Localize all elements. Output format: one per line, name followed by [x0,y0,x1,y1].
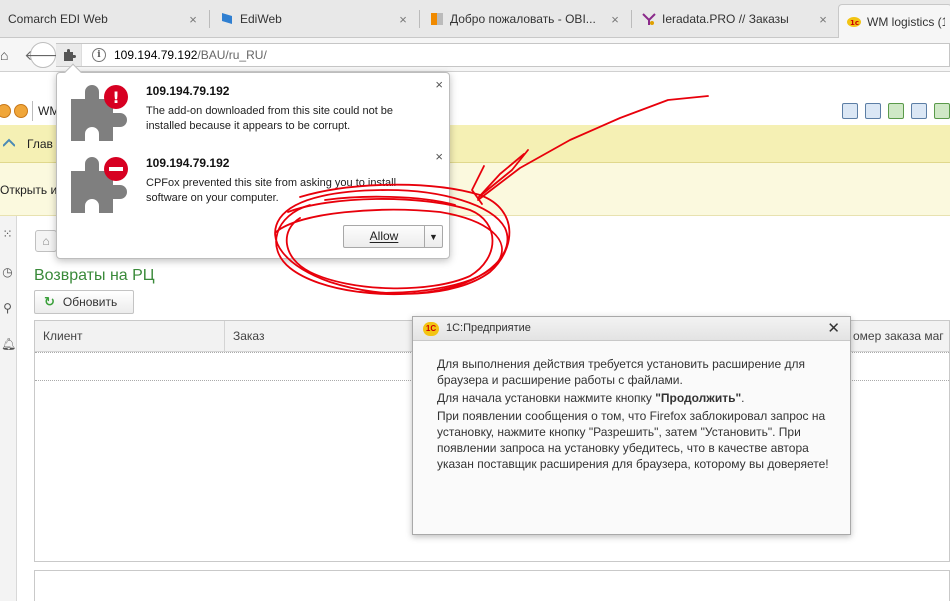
tab-title: Ieradata.PRO // Заказы [662,12,789,26]
dialog-paragraph: При появлении сообщения о том, что Firef… [437,409,829,471]
dialog-body: Для выполнения действия требуется устано… [437,356,837,474]
search-icon[interactable]: ⚲ [1,302,14,315]
svg-text:1c: 1c [850,19,859,27]
notice-host: 109.194.79.192 [146,156,230,170]
app-dropdown-icon[interactable] [14,104,28,118]
save-icon[interactable] [842,103,858,119]
puzzle-error-icon: ! [71,85,128,141]
dialog-title: 1С:Предприятие [446,322,531,334]
notice-message: The add-on downloaded from this site cou… [146,105,394,132]
app-menu-icon[interactable] [0,104,11,118]
addon-install-popup: ! 109.194.79.192 The add-on downloaded f… [56,63,450,259]
scanner-icon[interactable] [911,103,927,119]
refresh-icon: ↻ [44,294,55,309]
obi-favicon-icon [431,13,443,25]
close-icon[interactable]: ✕ [827,319,840,337]
dialog-text: . [741,391,745,405]
puzzle-piece-icon [63,49,76,61]
history-icon[interactable]: ◷ [1,266,14,279]
allow-dropdown-button[interactable]: ▼ [424,226,442,247]
column-header-store-order-number[interactable]: омер заказа маг [845,321,950,352]
bell-icon[interactable]: 🔔︎ [1,338,16,351]
apps-grid-icon[interactable]: ⁙ [1,228,14,241]
ediweb-favicon-icon [222,13,232,24]
1c-logo-icon: 1С [423,322,439,336]
url-host: 109.194.79.192 [114,48,198,62]
allow-button[interactable]: Allow [344,226,424,247]
tab-separator [419,10,420,28]
print-icon[interactable] [865,103,881,119]
allow-split-button: Allow ▼ [343,225,443,248]
error-badge-glyph: ! [112,88,119,107]
home-icon: ⌂ [42,234,50,248]
detail-panel [34,570,950,601]
back-button[interactable]: 🡐 [24,42,62,68]
notice-host: 109.194.79.192 [146,84,230,98]
puzzle-blocked-icon [71,157,128,213]
tab-close-icon[interactable]: × [186,12,200,27]
site-info-icon[interactable]: i [92,48,106,62]
dialog-paragraph: Для выполнения действия требуется устано… [437,357,805,387]
close-icon[interactable]: × [435,77,443,92]
tab-ieradata[interactable]: Ieradata.PRO // Заказы × [634,6,836,32]
tab-comarch-edi-web[interactable]: Comarch EDI Web × [0,6,206,32]
tab-separator [631,10,632,28]
tab-obi[interactable]: Добро пожаловать - OBI... × [422,6,628,32]
chevron-down-icon: ▼ [429,231,438,242]
tab-title: Добро пожаловать - OBI... [450,12,596,26]
page-title: Возвраты на РЦ [34,267,155,284]
column-header-client[interactable]: Клиент [35,321,225,352]
continue-button-reference: "Продолжить" [655,391,742,405]
addon-notification-button[interactable] [56,44,82,66]
ieradata-favicon-icon [642,13,656,25]
calculator-icon[interactable] [934,103,950,119]
browser-nav-bar: ⌂ 🡐 i 109.194.79.192/BAU/ru_RU/ [0,38,950,72]
url-text[interactable]: 109.194.79.192/BAU/ru_RU/ [114,48,267,62]
browser-tab-strip: Comarch EDI Web × EdiWeb × Добро пожалов… [0,0,950,38]
tab-ediweb[interactable]: EdiWeb × [212,6,416,32]
refresh-label: Обновить [62,295,118,309]
left-side-panel: ⁙ ◷ ⚲ 🔔︎ [0,216,17,601]
install-extension-dialog: 1С 1С:Предприятие ✕ Для выполнения дейст… [412,316,851,535]
tab-close-icon[interactable]: × [816,12,830,27]
tab-title: WM logistics (1 [867,14,945,29]
dialog-paragraph: Для начала установки нажмите кнопку "Про… [437,390,837,406]
url-path: /BAU/ru_RU/ [197,48,267,62]
main-section-icon [3,138,15,147]
home-icon[interactable]: ⌂ [0,47,8,63]
home-button[interactable]: ⌂ [35,230,57,252]
dialog-text: Для начала установки нажмите кнопку [437,391,656,405]
1c-favicon-icon: 1c [847,16,861,27]
right-tool-group [842,103,950,119]
notice-message: CPFox prevented this site from asking yo… [146,177,397,204]
tab-close-icon[interactable]: × [396,12,410,27]
tab-wm-logistics[interactable]: 1c WM logistics (1 [838,4,950,38]
main-section-link[interactable]: Глав [27,137,53,151]
dialog-header: 1С 1С:Предприятие ✕ [413,317,850,341]
tab-title: EdiWeb [240,12,282,26]
open-link[interactable]: Открыть и [0,183,57,197]
toolbar-separator [32,101,33,121]
tab-separator [209,10,210,28]
url-bar[interactable]: i 109.194.79.192/BAU/ru_RU/ [56,43,950,67]
upload-icon[interactable] [888,103,904,119]
tab-close-icon[interactable]: × [608,12,622,27]
tab-title: Comarch EDI Web [8,12,108,26]
close-icon[interactable]: × [435,149,443,164]
refresh-button[interactable]: ↻ Обновить [34,290,134,314]
